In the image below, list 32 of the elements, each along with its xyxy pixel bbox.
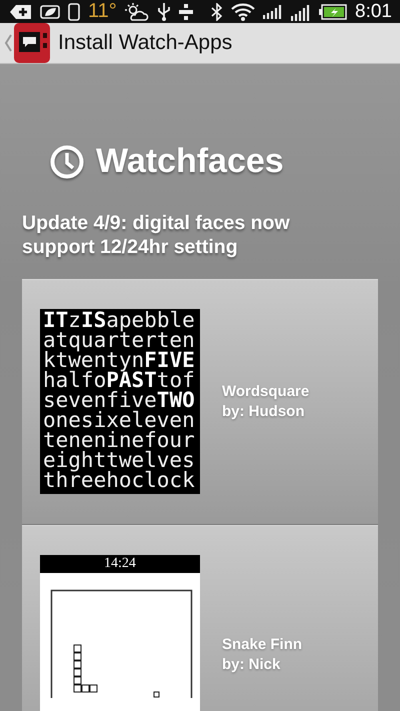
word-line: ITzISapebble — [43, 310, 195, 330]
screen-title: Install Watch-Apps — [58, 31, 232, 55]
watchface-name: Wordsquare — [222, 382, 310, 402]
sync-icon — [178, 4, 193, 20]
word-line: eighttwelves — [43, 450, 195, 470]
wifi-icon — [231, 2, 256, 20]
word-line: ktwentynFIVE — [43, 350, 195, 370]
word-line: atquarterten — [43, 330, 195, 350]
watchface-name: Snake Finn — [222, 635, 302, 655]
bluetooth-icon — [211, 2, 224, 20]
section-title: Watchfaces — [96, 142, 284, 181]
phone-icon — [68, 2, 80, 20]
leaf-icon — [40, 4, 60, 20]
word-line: threehoclock — [43, 470, 195, 490]
watchface-author: by: Hudson — [222, 402, 306, 422]
word-line: halfoPASTtof — [43, 370, 195, 390]
watch-time: 14:24 — [40, 555, 200, 573]
usb-icon — [156, 2, 171, 20]
word-line: teneninefour — [43, 430, 195, 450]
update-notice: Update 4/9: digital faces now support 12/24hr setting — [22, 211, 291, 259]
signal-icon — [291, 2, 312, 20]
app-icon[interactable] — [14, 23, 50, 63]
signal-icon — [263, 4, 284, 18]
weather-icon — [124, 2, 149, 20]
battery-icon — [319, 4, 348, 20]
temperature: 11° — [88, 0, 117, 23]
word-line: sevenfiveTWO — [43, 390, 195, 410]
word-line: onesixeleven — [43, 410, 195, 430]
clock-icon — [50, 144, 84, 178]
watchface-author: by: Nick — [222, 655, 282, 675]
notification-icon — [10, 4, 32, 20]
clock-time: 8:01 — [355, 0, 392, 22]
